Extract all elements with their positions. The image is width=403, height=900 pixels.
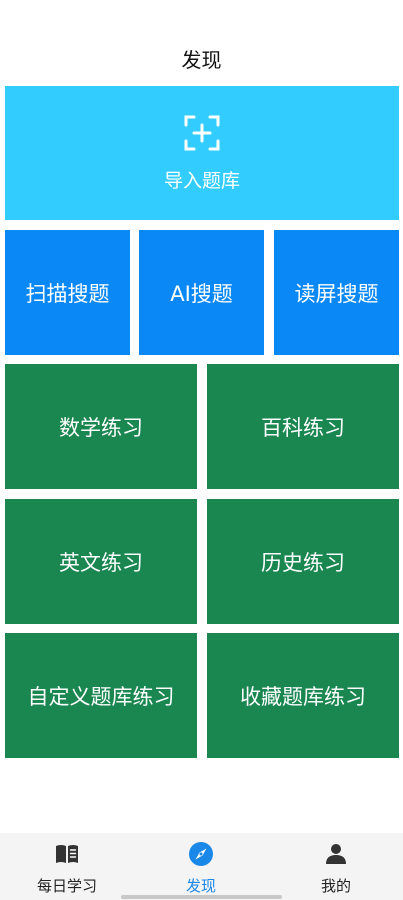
read-screen-search-button[interactable]: 读屏搜题 <box>274 230 399 355</box>
home-indicator[interactable] <box>121 895 282 899</box>
custom-bank-practice-button[interactable]: 自定义题库练习 <box>5 633 197 758</box>
scan-search-button[interactable]: 扫描搜题 <box>5 230 130 355</box>
import-question-bank-label: 导入题库 <box>163 169 240 192</box>
tab-discover-label: 发现 <box>185 877 216 895</box>
person-icon <box>326 844 346 864</box>
tab-daily-study[interactable]: 每日学习 <box>0 833 134 900</box>
tab-discover[interactable]: 发现 <box>134 833 268 900</box>
history-practice-button[interactable]: 历史练习 <box>207 499 399 624</box>
english-practice-button[interactable]: 英文练习 <box>5 499 197 624</box>
compass-icon <box>189 842 213 866</box>
math-practice-button[interactable]: 数学练习 <box>5 364 197 489</box>
import-question-bank-button[interactable]: 导入题库 <box>5 86 399 220</box>
favorites-bank-practice-button[interactable]: 收藏题库练习 <box>207 633 399 758</box>
tab-mine-label: 我的 <box>320 877 351 895</box>
page-title: 发现 <box>181 48 222 72</box>
tab-mine[interactable]: 我的 <box>269 833 403 900</box>
discover-page: 发现 导入题库 扫描搜题 AI搜题 读屏搜题 数学练习 百科练习 英文练习 历史… <box>0 0 403 900</box>
tab-daily-study-label: 每日学习 <box>36 877 97 895</box>
scan-plus-icon <box>184 115 220 150</box>
book-icon <box>56 845 78 863</box>
ai-search-button[interactable]: AI搜题 <box>139 230 264 355</box>
bottom-tab-bar: 每日学习 发现 我的 <box>0 833 403 900</box>
encyclopedia-practice-button[interactable]: 百科练习 <box>207 364 399 489</box>
